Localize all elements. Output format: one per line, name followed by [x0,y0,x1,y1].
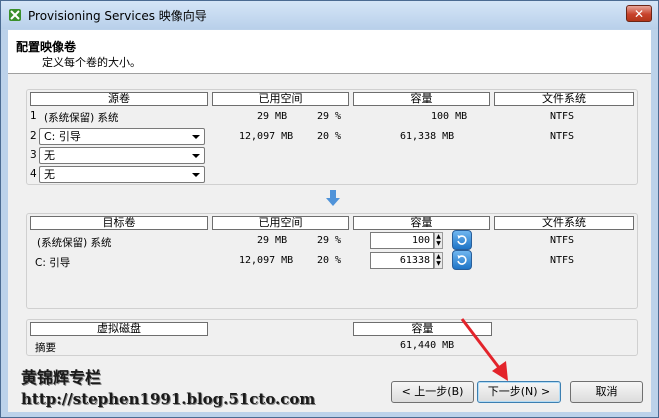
title-bar[interactable]: Provisioning Services 映像向导 ✕ [1,1,658,29]
column-header-file-system: 文件系统 [494,92,634,106]
row-index: 1 [30,110,37,122]
capacity-spinner[interactable]: ▲ ▼ [434,252,443,269]
source-volume-select[interactable]: 无 [39,166,205,183]
column-header-file-system: 文件系统 [494,216,634,230]
used-space-value: 12,097 MB [239,255,294,266]
capacity-input[interactable]: 100 [370,232,434,249]
chevron-down-icon [192,154,200,158]
used-percent-value: 29 % [317,111,342,122]
next-button[interactable]: 下一步(N) > [477,381,561,403]
file-system-value: NTFS [550,111,575,122]
target-volume-name: (系统保留) 系统 [37,237,112,249]
column-header-used-space: 已用空间 [212,92,349,106]
used-percent-value: 20 % [317,131,342,142]
file-system-value: NTFS [550,255,575,266]
spin-down-icon[interactable]: ▼ [435,240,442,247]
capacity-input[interactable]: 61338 [370,252,434,269]
column-header-capacity: 容量 [353,216,490,230]
close-button[interactable]: ✕ [626,5,652,22]
window-title: Provisioning Services 映像向导 [28,8,207,23]
close-icon: ✕ [633,6,645,21]
citrix-app-icon [8,8,22,22]
column-header-capacity: 容量 [353,92,490,106]
spin-up-icon[interactable]: ▲ [435,253,442,260]
capacity-value: 61,338 MB [400,131,455,142]
target-volumes-panel: 目标卷 已用空间 容量 文件系统 (系统保留) 系统 29 MB 29 % 10… [26,213,638,309]
source-volumes-panel: 源卷 已用空间 容量 文件系统 1 (系统保留) 系统 29 MB 29 % 1… [26,89,638,185]
summary-capacity-value: 61,440 MB [400,340,455,351]
used-percent-value: 29 % [317,235,342,246]
column-header-used-space: 已用空间 [212,216,349,230]
wizard-header: 配置映像卷 定义每个卷的大小。 [8,30,651,74]
page-title: 配置映像卷 [16,40,77,54]
file-system-value: NTFS [550,131,575,142]
column-header-target-volume: 目标卷 [30,216,208,230]
used-space-value: 29 MB [257,111,288,122]
row-index: 2 [30,130,37,142]
cancel-button[interactable]: 取消 [570,381,643,403]
used-percent-value: 20 % [317,255,342,266]
selected-volume: 无 [44,168,55,181]
watermark-title: 黄锦辉专栏 [21,368,102,387]
refresh-icon [457,255,467,265]
chevron-down-icon [192,173,200,177]
watermark-url: http://stephen1991.blog.51cto.com [21,390,316,408]
chevron-down-icon [192,135,200,139]
vdisk-panel: 虚拟磁盘 容量 摘要 61,440 MB [26,319,638,356]
capacity-spinner[interactable]: ▲ ▼ [434,232,443,249]
source-volume-select[interactable]: 无 [39,147,205,164]
back-button[interactable]: < 上一步(B) [391,381,474,403]
selected-volume: 无 [44,149,55,162]
row-index: 4 [30,168,37,180]
file-system-value: NTFS [550,235,575,246]
source-volume-name: (系统保留) 系统 [44,112,119,124]
column-header-source-volume: 源卷 [30,92,208,106]
selected-volume: C: 引导 [44,130,81,143]
spin-down-icon[interactable]: ▼ [435,260,442,267]
page-subtitle: 定义每个卷的大小。 [42,56,141,69]
capacity-value: 100 MB [431,111,468,122]
used-space-value: 12,097 MB [239,131,294,142]
wizard-window: Provisioning Services 映像向导 ✕ 配置映像卷 定义每个卷… [0,0,659,418]
resize-volume-button[interactable] [452,250,472,270]
column-header-vdisk: 虚拟磁盘 [30,322,208,336]
wizard-client-area: 配置映像卷 定义每个卷的大小。 源卷 已用空间 容量 文件系统 1 (系统保留)… [8,30,651,412]
source-volume-select[interactable]: C: 引导 [39,128,205,145]
summary-label: 摘要 [35,342,56,354]
resize-volume-button[interactable] [452,230,472,250]
used-space-value: 29 MB [257,235,288,246]
row-index: 3 [30,149,37,161]
annotation-arrow-icon [460,318,508,381]
refresh-icon [457,235,467,245]
target-volume-name: C: 引导 [35,257,71,269]
spin-up-icon[interactable]: ▲ [435,233,442,240]
arrow-down-icon [326,190,340,206]
